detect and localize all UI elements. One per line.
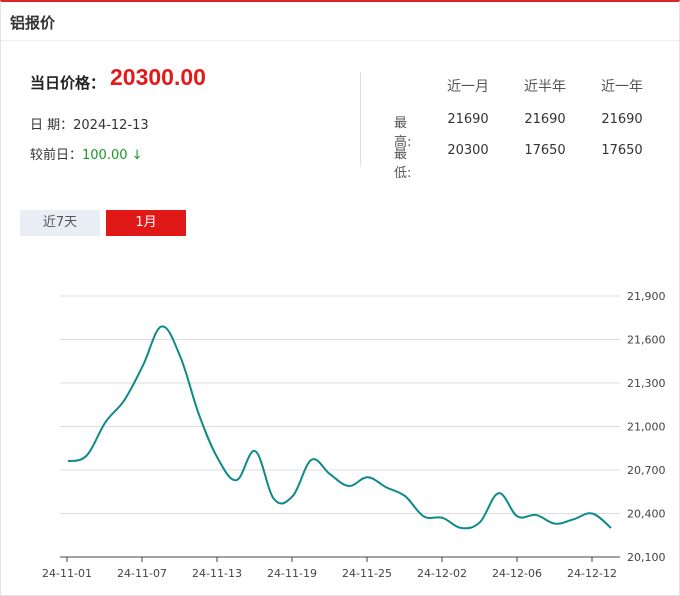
summary-divider bbox=[360, 72, 361, 167]
y-tick-label: 21,000 bbox=[627, 421, 666, 434]
x-tick-label: 24-11-01 bbox=[42, 567, 92, 580]
date-value: 2024-12-13 bbox=[73, 118, 149, 133]
tab-1-month[interactable]: 1月 bbox=[106, 210, 186, 236]
x-tick-label: 24-12-12 bbox=[567, 567, 617, 580]
y-tick-label: 21,300 bbox=[627, 377, 666, 390]
y-tick-label: 21,900 bbox=[627, 290, 666, 303]
stats-high-year: 21690 bbox=[582, 112, 662, 127]
change-row: 较前日：100.00 ↓ bbox=[30, 144, 143, 163]
x-tick-label: 24-12-06 bbox=[492, 567, 542, 580]
change-value: 100.00 bbox=[82, 148, 128, 163]
stats-header-halfyear: 近半年 bbox=[505, 76, 585, 96]
date-row: 日 期：2024-12-13 bbox=[30, 114, 149, 133]
x-tick-label: 24-11-25 bbox=[342, 567, 392, 580]
x-tick-label: 24-11-07 bbox=[117, 567, 167, 580]
stats-high-month: 21690 bbox=[428, 112, 508, 127]
down-arrow-icon: ↓ bbox=[132, 148, 143, 163]
price-value: 20300.00 bbox=[110, 64, 206, 91]
stats-low-month: 20300 bbox=[428, 143, 508, 158]
stats-header-month: 近一月 bbox=[428, 76, 508, 96]
x-tick-label: 24-12-02 bbox=[417, 567, 467, 580]
x-tick-label: 24-11-13 bbox=[192, 567, 242, 580]
y-tick-label: 20,400 bbox=[627, 508, 666, 521]
tab-7-days[interactable]: 近7天 bbox=[20, 210, 100, 236]
stats-header-year: 近一年 bbox=[582, 76, 662, 96]
stats-row-low-label: 最低: bbox=[394, 143, 411, 181]
panel-title: 铝报价 bbox=[10, 12, 55, 33]
stats-high-halfyear: 21690 bbox=[505, 112, 585, 127]
x-tick-label: 24-11-19 bbox=[267, 567, 317, 580]
change-label: 较前日： bbox=[30, 148, 82, 163]
y-tick-label: 20,700 bbox=[627, 464, 666, 477]
header-divider bbox=[1, 40, 679, 41]
stats-low-year: 17650 bbox=[582, 143, 662, 158]
price-line-chart: 21,900 21,600 21,300 21,000 20,700 20,400 20,1… bbox=[0, 270, 680, 590]
y-tick-label: 20,100 bbox=[627, 551, 666, 564]
y-tick-label: 21,600 bbox=[627, 334, 666, 347]
date-label: 日 期： bbox=[30, 118, 73, 133]
price-label: 当日价格： bbox=[30, 72, 105, 93]
price-series-line bbox=[68, 326, 611, 528]
stats-low-halfyear: 17650 bbox=[505, 143, 585, 158]
